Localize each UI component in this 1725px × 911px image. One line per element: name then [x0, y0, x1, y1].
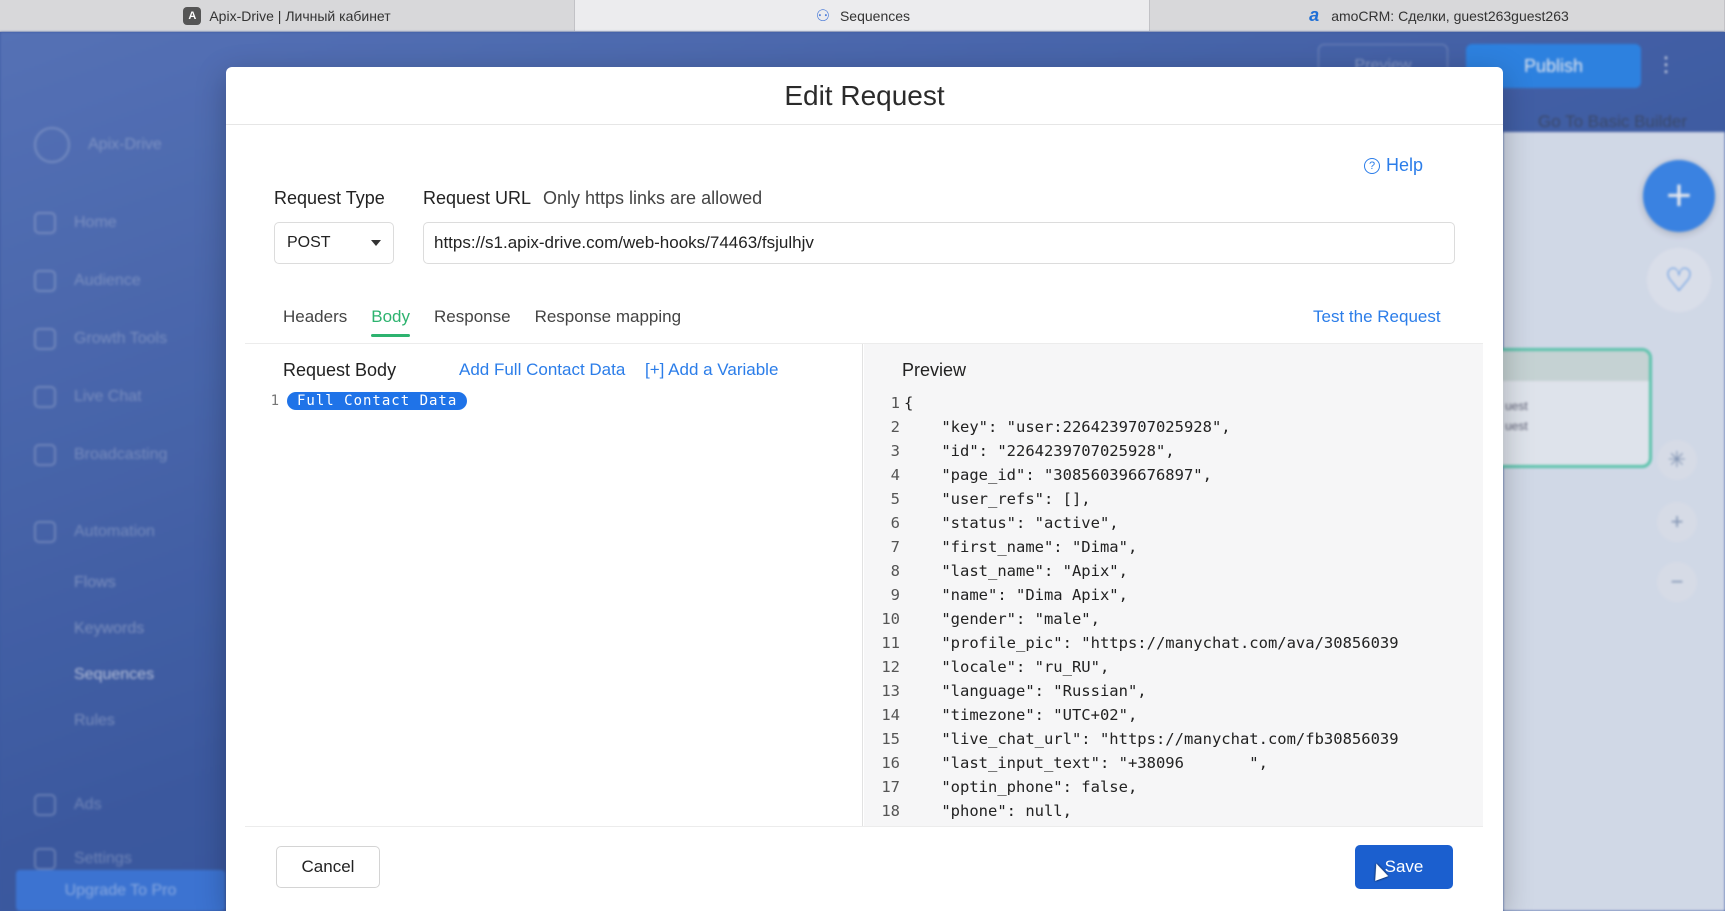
browser-tab-amocrm[interactable]: a amoCRM: Сделки, guest263guest263 — [1150, 0, 1725, 31]
request-type-value: POST — [287, 234, 331, 251]
code-text: "locale": "ru_RU", — [904, 658, 1110, 676]
line-number: 12 — [881, 658, 900, 676]
code-text: "phone": null, — [904, 802, 1072, 820]
code-text: "gender": "male", — [904, 610, 1100, 628]
code-text: "key": "user:2264239707025928", — [904, 418, 1231, 436]
test-request-link[interactable]: Test the Request — [1313, 307, 1441, 327]
line-number: 18 — [881, 802, 900, 820]
browser-tab-apix[interactable]: A Apix-Drive | Личный кабинет — [0, 0, 575, 31]
browser-tabbar: A Apix-Drive | Личный кабинет ⚇ Sequence… — [0, 0, 1725, 32]
code-row: 18 "phone": null, — [864, 802, 1399, 826]
line-number: 1 — [890, 394, 900, 412]
code-text: "status": "active", — [904, 514, 1119, 532]
line-number: 6 — [890, 514, 900, 532]
code-text: "id": "2264239707025928", — [904, 442, 1175, 460]
request-type-select[interactable]: POST — [274, 222, 394, 264]
code-row: 16 "last_input_text": "+38096 ", — [864, 754, 1399, 778]
add-full-contact-data-link[interactable]: Add Full Contact Data — [459, 360, 625, 380]
line-number: 4 — [890, 466, 900, 484]
code-text: "first_name": "Dima", — [904, 538, 1138, 556]
code-row: 2 "key": "user:2264239707025928", — [864, 418, 1399, 442]
code-text: "optin_phone": false, — [904, 778, 1138, 796]
code-text: "page_id": "308560396676897", — [904, 466, 1212, 484]
line-number: 10 — [881, 610, 900, 628]
line-number: 14 — [881, 706, 900, 724]
code-row: 11 "profile_pic": "https://manychat.com/… — [864, 634, 1399, 658]
help-label: Help — [1386, 155, 1424, 175]
code-row: 17 "optin_phone": false, — [864, 778, 1399, 802]
code-text: "live_chat_url": "https://manychat.com/f… — [904, 730, 1399, 748]
code-row: 7 "first_name": "Dima", — [864, 538, 1399, 562]
request-type-label: Request Type — [274, 188, 385, 208]
code-row: 1{ — [864, 394, 1399, 418]
full-contact-data-chip[interactable]: Full Contact Data — [287, 392, 468, 410]
code-text: "name": "Dima Apix", — [904, 586, 1128, 604]
modal-title: Edit Request — [226, 67, 1503, 125]
code-row: 14 "timezone": "UTC+02", — [864, 706, 1399, 730]
tab-response[interactable]: Response — [434, 307, 511, 337]
line-number: 9 — [890, 586, 900, 604]
code-row: 3 "id": "2264239707025928", — [864, 442, 1399, 466]
request-url-label: Request URL — [423, 188, 532, 208]
code-text: "last_name": "Apix", — [904, 562, 1128, 580]
code-text: "timezone": "UTC+02", — [904, 706, 1138, 724]
browser-tab-label: Apix-Drive | Личный кабинет — [209, 7, 391, 24]
cancel-button[interactable]: Cancel — [276, 846, 380, 888]
line-number: 17 — [881, 778, 900, 796]
line-number: 5 — [890, 490, 900, 508]
line-number: 15 — [881, 730, 900, 748]
line-number: 11 — [881, 634, 900, 652]
request-url-hint: Only https links are allowed — [543, 188, 763, 208]
request-body-editor[interactable]: 1 Full Contact Data — [265, 392, 468, 410]
line-number: 8 — [890, 562, 900, 580]
help-link[interactable]: ? Help — [1364, 155, 1423, 176]
code-row: 15 "live_chat_url": "https://manychat.co… — [864, 730, 1399, 754]
preview-title: Preview — [902, 360, 967, 380]
browser-tab-label: Sequences — [839, 7, 911, 24]
request-body-pane: Request Body Add Full Contact Data [+] A… — [245, 344, 863, 826]
request-body-title: Request Body — [283, 360, 397, 380]
request-editor-area: Request Body Add Full Contact Data [+] A… — [245, 343, 1483, 827]
code-text: "user_refs": [], — [904, 490, 1091, 508]
sequences-icon: ⚇ — [815, 7, 831, 25]
tab-response-mapping[interactable]: Response mapping — [535, 307, 681, 337]
code-text: { — [904, 394, 914, 412]
browser-tab-sequences[interactable]: ⚇ Sequences — [575, 0, 1150, 31]
line-number: 2 — [890, 418, 900, 436]
preview-code: 1{2 "key": "user:2264239707025928", 3 "id… — [864, 394, 1399, 826]
code-row: 12 "locale": "ru_RU", — [864, 658, 1399, 682]
line-number: 1 — [270, 393, 279, 409]
browser-tab-label: amoCRM: Сделки, guest263guest263 — [1331, 7, 1569, 24]
code-row: 4 "page_id": "308560396676897", — [864, 466, 1399, 490]
request-url-input[interactable]: https://s1.apix-drive.com/web-hooks/7446… — [423, 222, 1455, 264]
line-number: 3 — [890, 442, 900, 460]
amocrm-icon: a — [1309, 5, 1320, 25]
code-row: 9 "name": "Dima Apix", — [864, 586, 1399, 610]
request-tabs: Headers Body Response Response mapping — [283, 307, 681, 337]
apix-icon: A — [183, 6, 202, 25]
preview-pane: Preview 1{2 "key": "user:226423970702592… — [864, 344, 1483, 826]
code-text: "last_input_text": "+38096 ", — [904, 754, 1268, 772]
help-icon: ? — [1364, 157, 1380, 174]
add-variable-link[interactable]: [+] Add a Variable — [645, 360, 778, 380]
line-number: 16 — [881, 754, 900, 772]
line-number: 13 — [881, 682, 900, 700]
code-row: 8 "last_name": "Apix", — [864, 562, 1399, 586]
caret-down-icon — [371, 240, 381, 246]
code-row: 5 "user_refs": [], — [864, 490, 1399, 514]
tab-headers[interactable]: Headers — [283, 307, 347, 337]
code-row: 10 "gender": "male", — [864, 610, 1399, 634]
edit-request-modal: Edit Request ? Help Request Type Request… — [226, 67, 1503, 911]
code-text: "profile_pic": "https://manychat.com/ava… — [904, 634, 1399, 652]
code-row: 6 "status": "active", — [864, 514, 1399, 538]
tab-body[interactable]: Body — [371, 307, 410, 337]
code-text: "language": "Russian", — [904, 682, 1147, 700]
line-number: 7 — [890, 538, 900, 556]
code-row: 13 "language": "Russian", — [864, 682, 1399, 706]
